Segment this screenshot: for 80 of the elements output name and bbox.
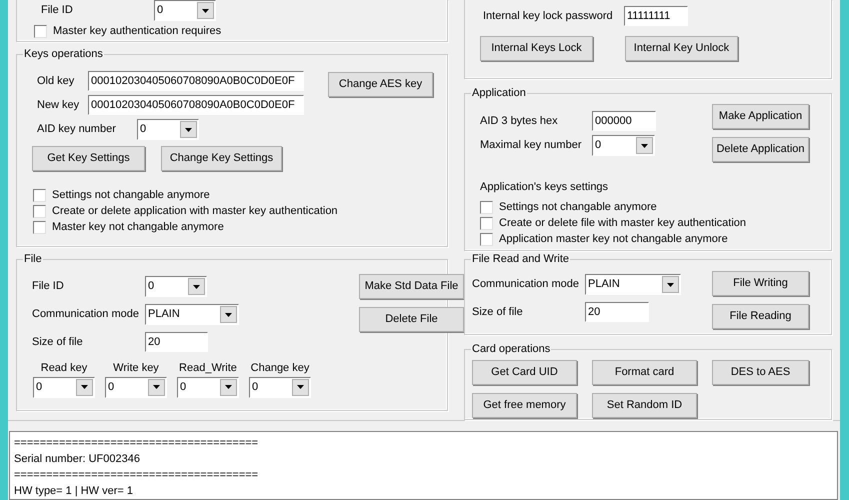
checkbox[interactable]	[34, 24, 47, 38]
push-button[interactable]: Get Key Settings	[32, 146, 145, 171]
field-label: File ID	[41, 3, 74, 18]
field-label: Communication mode	[472, 277, 580, 292]
field-label: Change key	[250, 361, 310, 376]
push-button[interactable]: Get free memory	[472, 393, 577, 418]
field-label: Size of file	[32, 334, 84, 350]
push-button[interactable]: Get Card UID	[472, 360, 577, 385]
group-title: Keys operations	[23, 47, 104, 61]
log-line: ======================================	[14, 468, 260, 483]
field-label: File ID	[32, 279, 65, 294]
push-button[interactable]: Change AES key	[328, 72, 433, 97]
checkbox[interactable]	[480, 216, 493, 230]
text-field[interactable]: 20	[145, 332, 208, 352]
field-label: Write key	[113, 361, 159, 376]
group-title: Card operations	[471, 342, 552, 356]
field-label: Communication mode	[32, 307, 140, 322]
dropdown-arrow-icon	[202, 8, 209, 12]
dropdown-arrow-icon	[225, 312, 232, 316]
push-button[interactable]: DES to AES	[712, 360, 809, 385]
dropdown-arrow-icon	[193, 284, 200, 288]
dropdown-arrow-icon	[185, 128, 192, 132]
text-field[interactable]: 11111111	[624, 6, 688, 26]
text-field[interactable]: 000102030405060708090A0B0C0D0E0F	[88, 95, 304, 115]
checkbox[interactable]	[33, 188, 46, 202]
field-label: New key	[37, 98, 80, 113]
dropdown[interactable]: PLAIN	[145, 304, 239, 325]
checkbox-label: Master key authentication requires	[53, 24, 222, 39]
checkbox-label: Settings not changable anymore	[52, 188, 210, 203]
checkbox-label: Master key not changable anymore	[52, 220, 224, 235]
checkbox-label: Settings not changable anymore	[499, 200, 657, 215]
push-button[interactable]: Make Std Data File	[359, 274, 464, 299]
push-button[interactable]: File Writing	[712, 271, 809, 296]
dropdown-arrow-icon	[153, 385, 160, 389]
group-title: Application	[471, 86, 527, 100]
push-button[interactable]: Internal Key Unlock	[625, 36, 738, 61]
field-label: Internal key lock password	[483, 8, 614, 24]
dropdown-arrow-icon	[641, 144, 648, 148]
dropdown[interactable]: 0	[249, 376, 311, 398]
push-button[interactable]: Change Key Settings	[161, 146, 282, 171]
field-label: AID key number	[37, 122, 117, 138]
log-line: HW type= 1 | HW ver= 1	[14, 484, 134, 499]
dropdown[interactable]: 0	[154, 0, 216, 21]
text-field[interactable]: 20	[585, 302, 649, 322]
push-button[interactable]: Format card	[592, 360, 697, 385]
field-label: Maximal key number	[480, 138, 582, 154]
checkbox[interactable]	[480, 200, 493, 214]
checkbox-label: Create or delete file with master key authentication	[499, 216, 746, 231]
dropdown[interactable]: PLAIN	[585, 274, 681, 295]
push-button[interactable]: Set Random ID	[592, 393, 697, 418]
checkbox[interactable]	[480, 232, 493, 246]
log-line: Serial number: UF002346	[14, 452, 141, 467]
log-line: ======================================	[14, 436, 260, 451]
dropdown-arrow-icon	[81, 385, 88, 389]
text-field[interactable]: 000102030405060708090A0B0C0D0E0F	[88, 71, 304, 91]
push-button[interactable]: File Reading	[712, 304, 809, 329]
checkbox-label: Create or delete application with master key authentication	[52, 204, 338, 219]
field-label: Read_Write	[179, 361, 237, 376]
dropdown[interactable]: 0	[177, 376, 239, 398]
push-button[interactable]: Make Application	[712, 104, 809, 129]
dropdown[interactable]: 0	[137, 119, 199, 140]
dropdown[interactable]: 0	[592, 135, 655, 156]
push-button[interactable]: Delete Application	[712, 137, 809, 162]
dropdown-arrow-icon	[297, 385, 304, 389]
text-field[interactable]: 000000	[592, 111, 656, 131]
dropdown[interactable]: 0	[33, 376, 95, 398]
push-button[interactable]: Internal Keys Lock	[480, 36, 593, 61]
section-label: Application's keys settings	[480, 181, 608, 193]
dropdown[interactable]: 0	[145, 276, 207, 297]
field-label: AID 3 bytes hex	[480, 114, 559, 129]
field-label: Old key	[37, 74, 76, 89]
push-button[interactable]: Delete File	[359, 307, 464, 332]
checkbox[interactable]	[33, 220, 46, 234]
checkbox[interactable]	[33, 204, 46, 218]
checkbox-label: Application master key not changable anymore	[499, 232, 728, 247]
dropdown-arrow-icon	[225, 385, 232, 389]
dropdown[interactable]: 0	[105, 376, 167, 398]
dropdown-arrow-icon	[667, 282, 674, 286]
field-label: Size of file	[472, 304, 524, 320]
field-label: Read key	[40, 361, 88, 376]
